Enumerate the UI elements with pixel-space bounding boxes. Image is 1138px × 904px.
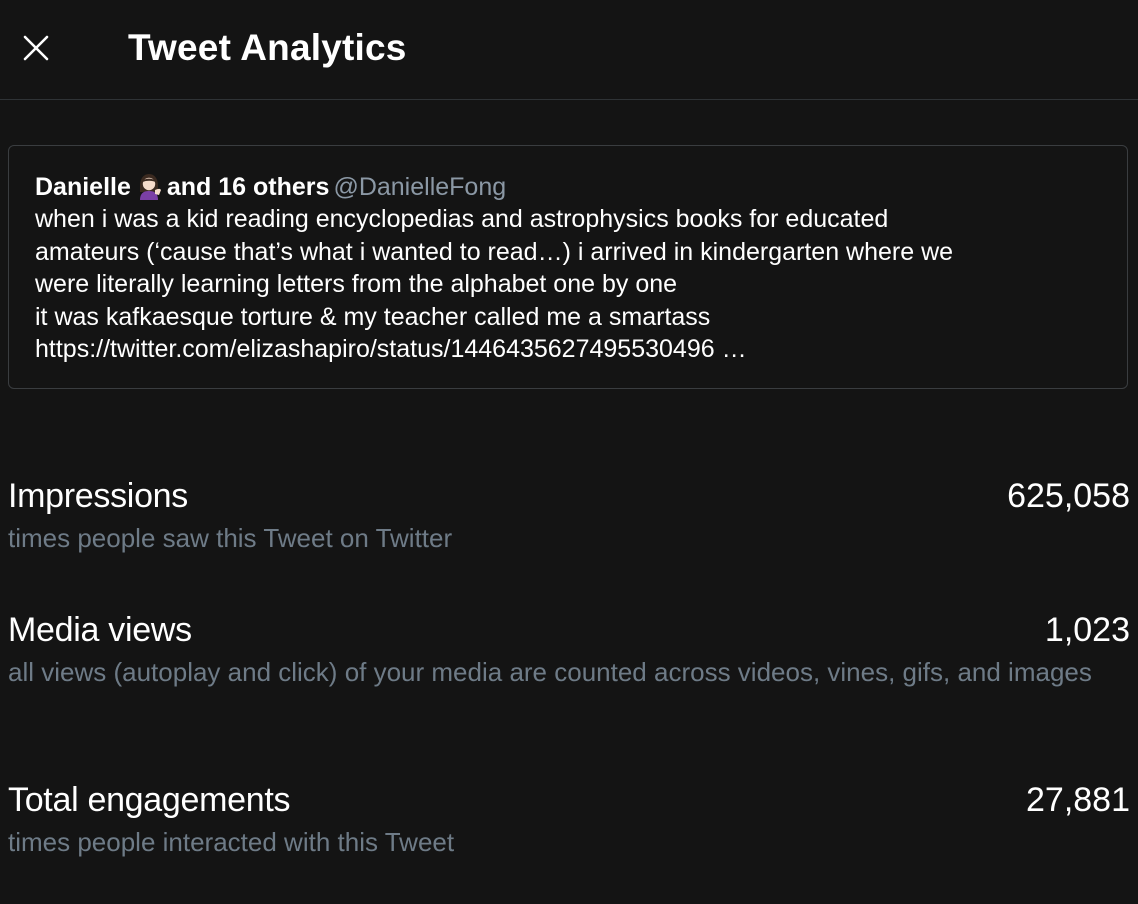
metric-label: Media views xyxy=(8,611,192,649)
metric-description: times people interacted with this Tweet xyxy=(8,827,455,857)
metric-value: 1,023 xyxy=(1044,611,1130,649)
header: Tweet Analytics xyxy=(0,0,1138,100)
author-handle[interactable]: @DanielleFong xyxy=(333,173,506,201)
tweet-author-line: Danielle and 16 others @DanielleFong xyxy=(35,171,1101,203)
metric-value: 625,058 xyxy=(1007,477,1130,515)
author-name: Danielle xyxy=(35,173,131,201)
page-title: Tweet Analytics xyxy=(128,27,407,68)
author-suffix: and 16 others xyxy=(166,173,330,201)
tweet-link[interactable]: https://twitter.com/elizashapiro/status/… xyxy=(35,333,1101,366)
metric-label: Total engagements xyxy=(8,781,291,819)
metric-media-views: Media views 1,023 all views (autoplay an… xyxy=(8,610,1130,726)
metric-impressions: Impressions 625,058 times people saw thi… xyxy=(8,476,1130,556)
tweet-text: when i was a kid reading encyclopedias a… xyxy=(35,203,1101,366)
tweet-card[interactable]: Danielle and 16 others @DanielleFong when… xyxy=(8,145,1128,389)
woman-tipping-hand-emoji-icon xyxy=(139,174,161,200)
tweet-text-line: it was kafkaesque torture & my teacher c… xyxy=(35,302,711,331)
metric-label: Impressions xyxy=(8,477,188,515)
close-button[interactable] xyxy=(14,26,58,70)
metric-description: times people saw this Tweet on Twitter xyxy=(8,523,453,553)
close-icon xyxy=(23,35,49,61)
tweet-text-line: were literally learning letters from the… xyxy=(35,270,678,298)
metric-value: 27,881 xyxy=(1026,781,1130,819)
metric-description: all views (autoplay and click) of your m… xyxy=(8,657,1092,687)
metric-total-engagements: Total engagements 27,881 times people in… xyxy=(8,780,1130,860)
tweet-text-line: amateurs (‘cause that’s what i wanted to… xyxy=(35,237,954,266)
tweet-text-line: when i was a kid reading encyclopedias a… xyxy=(35,205,889,233)
